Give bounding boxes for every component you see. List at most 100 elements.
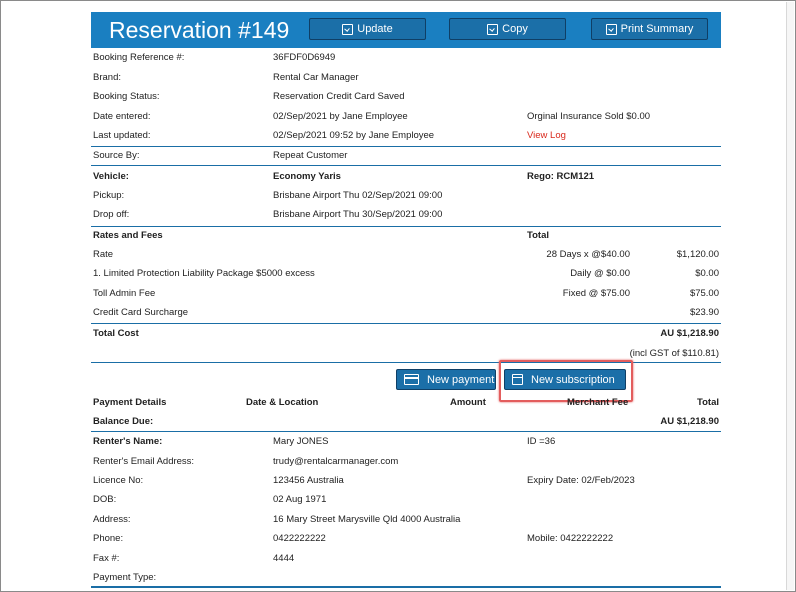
new-payment-label: New payment — [427, 373, 495, 386]
fee-amount: $0.00 — [695, 268, 719, 279]
balance-value: AU $1,218.90 — [660, 416, 719, 427]
source-label: Source By: — [93, 150, 140, 161]
dob-row: DOB: 02 Aug 1971 — [91, 494, 721, 512]
total-cost-label: Total Cost — [93, 328, 139, 339]
brand-label: Brand: — [93, 72, 121, 83]
copy-button[interactable]: Copy — [449, 18, 566, 40]
fee-name: Credit Card Surcharge — [93, 307, 189, 318]
fees-header: Rates and Fees — [93, 230, 163, 241]
rego-text: Rego: RCM121 — [527, 171, 595, 182]
vehicle-label: Vehicle: — [93, 171, 129, 182]
fee-name: Toll Admin Fee — [93, 288, 156, 299]
fee-row: 1. Limited Protection Liability Package … — [91, 268, 721, 286]
payment-header-row: Payment Details Date & Location Amount M… — [91, 397, 721, 415]
brand-row: Brand: Rental Car Manager — [91, 72, 721, 90]
phone-row: Phone: 0422222222 Mobile: 0422222222 — [91, 533, 721, 551]
fee-calc: Fixed @ $75.00 — [562, 288, 630, 299]
fee-amount: $75.00 — [689, 288, 719, 299]
copy-icon — [487, 23, 499, 35]
booking-ref-label: Booking Reference #: — [93, 52, 185, 63]
renter-email-row: Renter's Email Address: trudy@rentalcarm… — [91, 456, 721, 474]
renter-name-label: Renter's Name: — [93, 436, 163, 447]
fax-value: 4444 — [273, 553, 295, 564]
licence-value: 123456 Australia — [273, 475, 344, 486]
insurance-text: Orginal Insurance Sold $0.00 — [527, 111, 651, 122]
phone-label: Phone: — [93, 533, 124, 544]
update-button[interactable]: Update — [309, 18, 426, 40]
col-date-location: Date & Location — [246, 397, 319, 408]
total-cost-value: AU $1,218.90 — [660, 328, 719, 339]
date-entered-label: Date entered: — [93, 111, 151, 122]
dropoff-value: Brisbane Airport Thu 30/Sep/2021 09:00 — [273, 209, 443, 220]
col-payment-details: Payment Details — [93, 397, 167, 408]
fee-name: Rate — [93, 249, 114, 260]
booking-ref-row: Booking Reference #: 36FDF0D6949 — [91, 52, 721, 70]
print-summary-label: Print Summary — [620, 23, 694, 35]
vehicle-row: Vehicle: Economy Yaris Rego: RCM121 — [91, 171, 721, 189]
dropoff-row: Drop off: Brisbane Airport Thu 30/Sep/20… — [91, 209, 721, 227]
phone-value: 0422222222 — [273, 533, 326, 544]
divider — [91, 431, 721, 432]
gst-text: (incl GST of $110.81) — [629, 348, 719, 359]
renter-id: ID =36 — [527, 436, 556, 447]
fee-amount: $23.90 — [689, 307, 719, 318]
print-summary-button[interactable]: Print Summary — [591, 18, 708, 40]
pickup-row: Pickup: Brisbane Airport Thu 02/Sep/2021… — [91, 190, 721, 208]
licence-label: Licence No: — [93, 475, 144, 486]
highlight-box — [499, 360, 633, 402]
mobile-text: Mobile: 0422222222 — [527, 533, 614, 544]
total-cost-row: Total Cost AU $1,218.90 — [91, 328, 721, 346]
brand-value: Rental Car Manager — [273, 72, 359, 83]
licence-row: Licence No: 123456 Australia Expiry Date… — [91, 475, 721, 493]
divider — [91, 165, 721, 166]
payment-type-label: Payment Type: — [93, 572, 157, 583]
fee-calc: Daily @ $0.00 — [570, 268, 630, 279]
fax-row: Fax #: 4444 — [91, 553, 721, 571]
source-value: Repeat Customer — [273, 150, 348, 161]
scrollbar[interactable] — [786, 2, 794, 590]
status-value: Reservation Credit Card Saved — [273, 91, 405, 102]
licence-expiry: Expiry Date: 02/Feb/2023 — [527, 475, 635, 486]
pickup-value: Brisbane Airport Thu 02/Sep/2021 09:00 — [273, 190, 443, 201]
fees-header-row: Rates and Fees Total — [91, 230, 721, 248]
fee-row: Toll Admin Fee Fixed @ $75.00 $75.00 — [91, 288, 721, 306]
address-row: Address: 16 Mary Street Marysville Qld 4… — [91, 514, 721, 532]
update-label: Update — [357, 23, 393, 35]
date-entered-row: Date entered: 02/Sep/2021 by Jane Employ… — [91, 111, 721, 129]
fee-row: Rate 28 Days x @$40.00 $1,120.00 — [91, 249, 721, 267]
fee-amount: $1,120.00 — [676, 249, 719, 260]
fee-name: 1. Limited Protection Liability Package … — [93, 268, 315, 279]
balance-label: Balance Due: — [93, 416, 154, 427]
status-label: Booking Status: — [93, 91, 160, 102]
view-log-link[interactable]: View Log — [527, 130, 566, 141]
renter-email-value: trudy@rentalcarmanager.com — [273, 456, 399, 467]
divider — [91, 146, 721, 147]
address-value: 16 Mary Street Marysville Qld 4000 Austr… — [273, 514, 461, 525]
renter-name-row: Renter's Name: Mary JONES ID =36 — [91, 436, 721, 454]
renter-email-label: Renter's Email Address: — [93, 456, 195, 467]
divider — [91, 586, 721, 588]
divider — [91, 226, 721, 227]
divider — [91, 323, 721, 324]
last-updated-value: 02/Sep/2021 09:52 by Jane Employee — [273, 130, 435, 141]
reservation-header: Reservation #149 Update Copy Print Summa… — [91, 12, 721, 48]
calendar-check-icon — [342, 23, 354, 35]
fee-calc: 28 Days x @$40.00 — [546, 249, 630, 260]
renter-name-value: Mary JONES — [273, 436, 329, 447]
col-merchant-fee: Merchant Fee — [567, 397, 629, 408]
credit-card-icon — [404, 374, 419, 385]
fees-total-header: Total — [527, 230, 549, 241]
last-updated-label: Last updated: — [93, 130, 151, 141]
new-payment-button[interactable]: New payment — [396, 369, 496, 390]
pickup-label: Pickup: — [93, 190, 125, 201]
vehicle-value: Economy Yaris — [273, 171, 341, 182]
dropoff-label: Drop off: — [93, 209, 130, 220]
col-total: Total — [697, 397, 719, 408]
dob-value: 02 Aug 1971 — [273, 494, 327, 505]
date-entered-value: 02/Sep/2021 by Jane Employee — [273, 111, 408, 122]
fax-label: Fax #: — [93, 553, 120, 564]
col-amount: Amount — [450, 397, 486, 408]
calendar-check-icon — [605, 23, 617, 35]
address-label: Address: — [93, 514, 131, 525]
dob-label: DOB: — [93, 494, 117, 505]
